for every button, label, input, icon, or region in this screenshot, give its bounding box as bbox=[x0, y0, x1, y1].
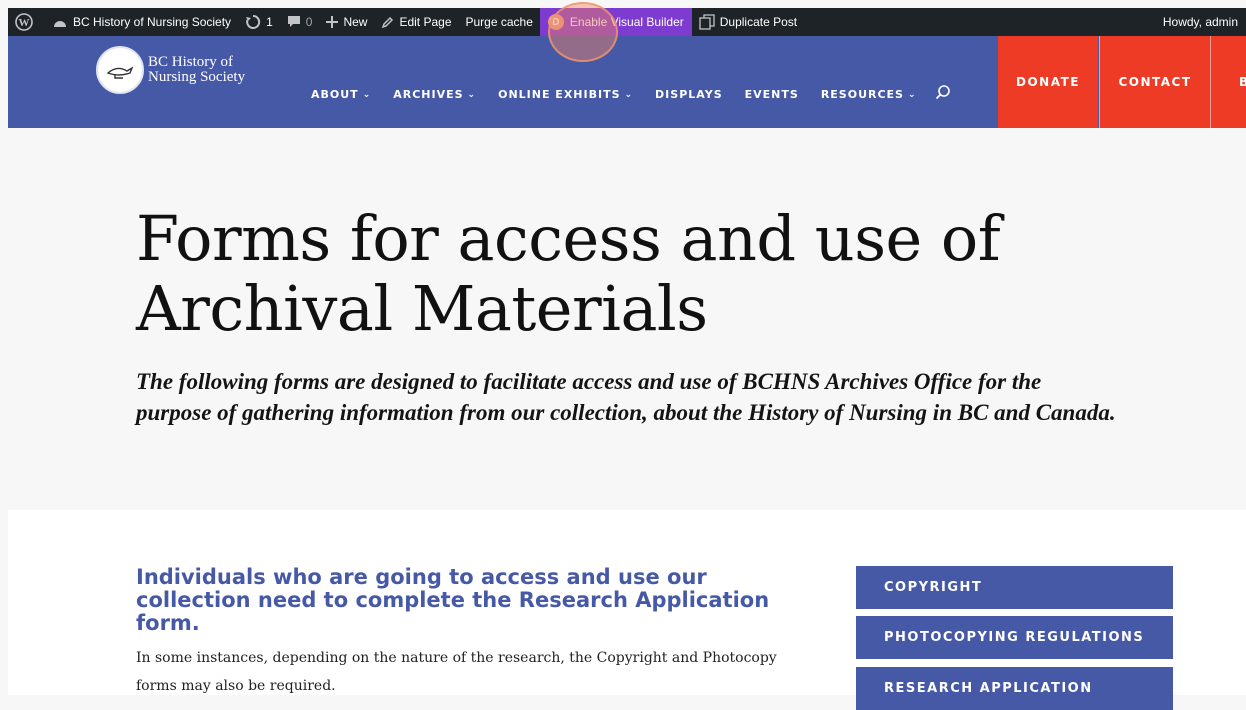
site-logo[interactable]: BC History of Nursing Society bbox=[96, 46, 245, 94]
research-application-button[interactable]: RESEARCH APPLICATION bbox=[856, 667, 1173, 710]
visual-builder-label: Enable Visual Builder bbox=[569, 15, 684, 29]
contact-button[interactable]: CONTACT bbox=[1099, 36, 1210, 128]
section-body: In some instances, depending on the natu… bbox=[136, 650, 777, 694]
comment-icon bbox=[287, 16, 300, 27]
donate-button[interactable]: DONATE bbox=[998, 36, 1098, 128]
nav-item-label: DISPLAYS bbox=[655, 88, 723, 101]
updates-icon bbox=[246, 14, 261, 29]
third-cta-button[interactable]: B bbox=[1210, 36, 1246, 128]
logo-line-1: BC History of bbox=[148, 54, 234, 70]
lamp-logo-icon bbox=[96, 46, 144, 94]
logo-line-2: Nursing Society bbox=[148, 69, 246, 85]
nav-item-resources[interactable]: RESOURCES ⌄ bbox=[821, 88, 917, 101]
nav-item-label: ONLINE EXHIBITS bbox=[498, 88, 621, 101]
nav-item-displays[interactable]: DISPLAYS bbox=[655, 88, 723, 101]
updates-count: 1 bbox=[266, 15, 273, 29]
my-account-link[interactable]: Howdy, admin bbox=[1156, 8, 1246, 36]
dashboard-icon bbox=[54, 21, 66, 27]
page-title: Forms for access and use of Archival Mat… bbox=[136, 202, 1001, 345]
nav-item-label: EVENTS bbox=[744, 88, 799, 101]
content-section: Individuals who are going to access and … bbox=[8, 510, 1246, 710]
new-label: New bbox=[343, 15, 368, 29]
page-intro: The following forms are designed to faci… bbox=[136, 369, 1116, 425]
nav-item-label: RESOURCES bbox=[820, 88, 904, 101]
contact-label: CONTACT bbox=[1118, 75, 1192, 89]
new-content-link[interactable]: New bbox=[319, 8, 374, 36]
nav-item-about[interactable]: ABOUT ⌄ bbox=[311, 88, 371, 101]
purge-cache-link[interactable]: Purge cache bbox=[459, 8, 540, 36]
chevron-down-icon: ⌄ bbox=[467, 89, 477, 100]
nav-item-events[interactable]: EVENTS bbox=[745, 88, 799, 101]
site-name-label: BC History of Nursing Society bbox=[73, 15, 232, 29]
duplicate-icon bbox=[699, 14, 715, 30]
wp-admin-bar: W BC History of Nursing Society 1 0 New … bbox=[8, 8, 1246, 36]
comments-count: 0 bbox=[305, 15, 313, 29]
comments-link[interactable]: 0 bbox=[280, 8, 320, 36]
search-icon[interactable] bbox=[935, 84, 951, 105]
section-heading: Individuals who are going to access and … bbox=[136, 565, 770, 635]
logo-text: BC History of Nursing Society bbox=[148, 55, 245, 85]
updates-link[interactable]: 1 bbox=[238, 8, 280, 36]
nav-item-label: ABOUT bbox=[311, 88, 359, 101]
chevron-down-icon: ⌄ bbox=[362, 89, 372, 100]
side-button-label: RESEARCH APPLICATION bbox=[884, 681, 1093, 696]
nav-item-archives[interactable]: ARCHIVES ⌄ bbox=[393, 88, 476, 101]
howdy-label: Howdy, admin bbox=[1162, 15, 1238, 29]
hero-section: Forms for access and use of Archival Mat… bbox=[8, 128, 1246, 510]
edit-page-link[interactable]: Edit Page bbox=[374, 8, 458, 36]
duplicate-post-label: Duplicate Post bbox=[719, 15, 798, 29]
wordpress-logo-icon[interactable]: W bbox=[8, 8, 45, 36]
side-button-label: PHOTOCOPYING REGULATIONS bbox=[884, 630, 1145, 645]
photocopying-regulations-button[interactable]: PHOTOCOPYING REGULATIONS bbox=[856, 616, 1173, 659]
duplicate-post-link[interactable]: Duplicate Post bbox=[692, 8, 804, 36]
plus-icon bbox=[326, 16, 339, 28]
main-nav: ABOUT ⌄ ARCHIVES ⌄ ONLINE EXHIBITS ⌄ DISPLA… bbox=[311, 84, 951, 105]
side-button-label: COPYRIGHT bbox=[884, 580, 983, 595]
site-name-link[interactable]: BC History of Nursing Society bbox=[45, 8, 238, 36]
pencil-icon bbox=[382, 16, 394, 28]
edit-page-label: Edit Page bbox=[399, 15, 452, 29]
enable-visual-builder-button[interactable]: D Enable Visual Builder bbox=[539, 8, 692, 36]
chevron-down-icon: ⌄ bbox=[624, 89, 634, 100]
chevron-down-icon: ⌄ bbox=[907, 89, 917, 100]
site-header: BC History of Nursing Society ABOUT ⌄ ARC… bbox=[8, 36, 1246, 128]
copyright-button[interactable]: COPYRIGHT bbox=[856, 566, 1173, 609]
third-cta-label: B bbox=[1239, 75, 1246, 89]
purge-cache-label: Purge cache bbox=[465, 15, 533, 29]
divi-logo-icon: D bbox=[547, 14, 564, 30]
nav-item-online-exhibits[interactable]: ONLINE EXHIBITS ⌄ bbox=[498, 88, 633, 101]
nav-item-label: ARCHIVES bbox=[393, 88, 464, 101]
svg-text:W: W bbox=[19, 17, 30, 29]
donate-label: DONATE bbox=[1016, 75, 1080, 89]
